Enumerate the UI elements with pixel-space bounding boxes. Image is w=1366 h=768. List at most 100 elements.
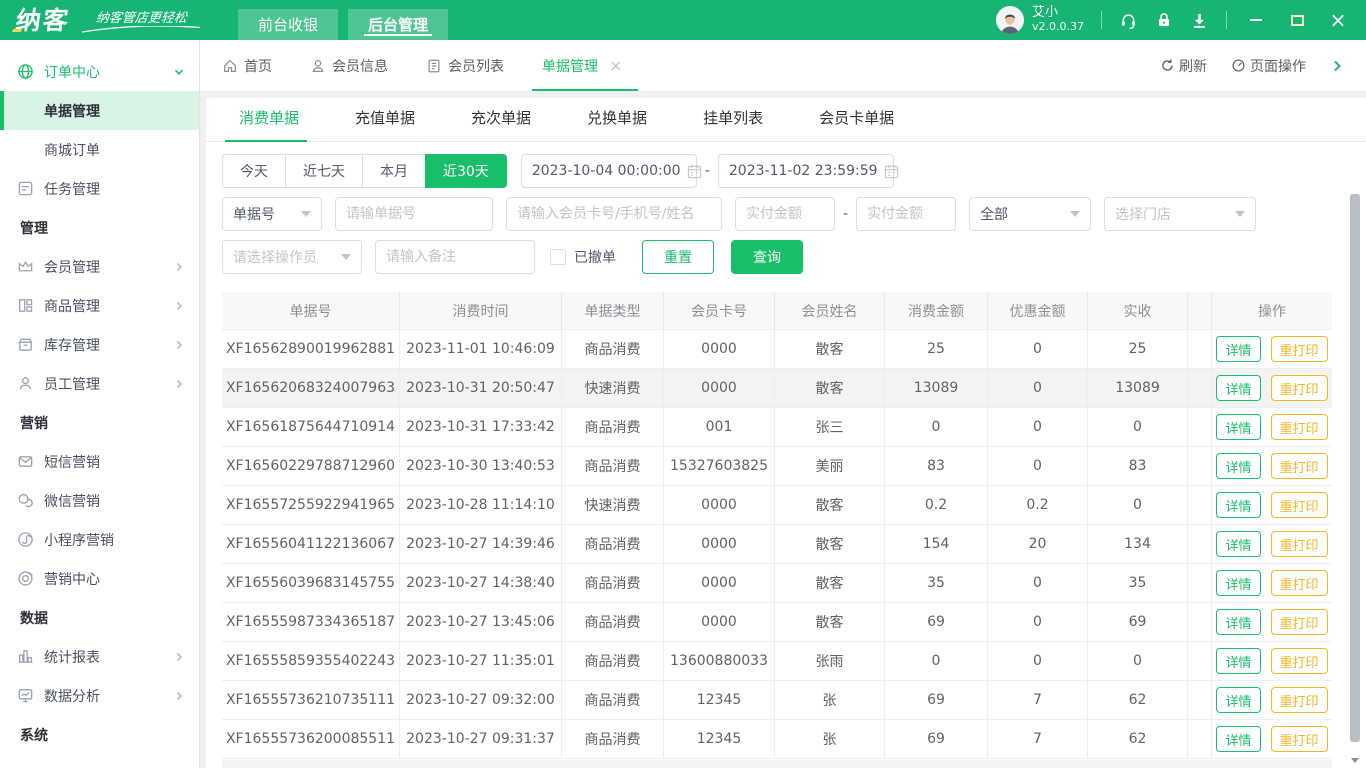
date-from-input[interactable]: 2023-10-04 00:00:00 xyxy=(521,154,697,188)
quick-range-this-month[interactable]: 本月 xyxy=(362,154,426,188)
quick-range-today[interactable]: 今天 xyxy=(222,154,286,188)
close-icon[interactable]: × xyxy=(609,56,622,75)
detail-button[interactable]: 详情 xyxy=(1216,375,1260,401)
tab-recharge-times-bills[interactable]: 充次单据 xyxy=(469,107,533,141)
cell-type: 商品消费 xyxy=(562,642,664,681)
detail-button[interactable]: 详情 xyxy=(1216,336,1260,362)
reprint-button[interactable]: 重打印 xyxy=(1271,687,1328,713)
bill-field-select[interactable]: 单据号 xyxy=(222,197,322,231)
cell-bill-no: XF16555736200085511 xyxy=(222,720,400,759)
reprint-button[interactable]: 重打印 xyxy=(1271,492,1328,518)
sidebar-item-miniprogram-marketing[interactable]: 小程序营销 xyxy=(0,520,199,559)
sidebar-item-inventory-management[interactable]: 库存管理 xyxy=(0,325,199,364)
customer-service-icon[interactable] xyxy=(1119,11,1138,30)
detail-button[interactable]: 详情 xyxy=(1216,726,1260,752)
amount-max-input[interactable] xyxy=(856,197,956,231)
sidebar-item-label: 数据 xyxy=(20,608,199,628)
cell-type: 商品消费 xyxy=(562,408,664,447)
close-button[interactable]: × xyxy=(1326,8,1350,32)
reprint-button[interactable]: 重打印 xyxy=(1271,336,1328,362)
refresh-button[interactable]: 刷新 xyxy=(1160,56,1207,76)
tab-member-card-bills[interactable]: 会员卡单据 xyxy=(817,107,896,141)
tab-home[interactable]: 首页 xyxy=(222,40,272,91)
tab-recharge-bills[interactable]: 充值单据 xyxy=(353,107,417,141)
detail-button[interactable]: 详情 xyxy=(1216,492,1260,518)
sidebar-item-statistics-report[interactable]: 统计报表 xyxy=(0,637,199,676)
table-row: XF165560411221360672023-10-27 14:39:46商品… xyxy=(222,525,1350,564)
sidebar-item-label: 统计报表 xyxy=(44,647,173,667)
sidebar-item-data-analysis[interactable]: 数据分析 xyxy=(0,676,199,715)
sidebar-item-sms-marketing[interactable]: 短信营销 xyxy=(0,442,199,481)
table-row: XF165618756447109142023-10-31 17:33:42商品… xyxy=(222,408,1350,447)
cell-gap xyxy=(1188,408,1212,447)
date-to-input[interactable]: 2023-11-02 23:59:59 xyxy=(718,154,894,188)
member-search-input[interactable] xyxy=(506,197,722,231)
detail-button[interactable]: 详情 xyxy=(1216,570,1260,596)
operator-select[interactable]: 请选择操作员 xyxy=(222,240,362,274)
detail-button[interactable]: 详情 xyxy=(1216,648,1260,674)
page-ops-expand-icon[interactable] xyxy=(1330,59,1344,73)
sidebar-item-bill-management[interactable]: 单据管理 xyxy=(0,91,199,130)
reprint-button[interactable]: 重打印 xyxy=(1271,570,1328,596)
detail-button[interactable]: 详情 xyxy=(1216,453,1260,479)
reprint-button[interactable]: 重打印 xyxy=(1271,609,1328,635)
detail-button[interactable]: 详情 xyxy=(1216,609,1260,635)
scrollbar-thumb[interactable] xyxy=(1350,194,1360,742)
tab-bill-management[interactable]: 单据管理× xyxy=(542,40,622,91)
reset-button[interactable]: 重置 xyxy=(642,240,714,274)
cell-time: 2023-11-01 10:46:09 xyxy=(400,330,562,369)
tab-member-list[interactable]: 会员列表 xyxy=(426,40,504,91)
revoked-checkbox[interactable] xyxy=(550,249,566,265)
tab-member-info[interactable]: 会员信息 xyxy=(310,40,388,91)
reprint-button[interactable]: 重打印 xyxy=(1271,414,1328,440)
minimize-button[interactable] xyxy=(1244,8,1268,32)
search-button[interactable]: 查询 xyxy=(731,240,803,274)
reprint-button[interactable]: 重打印 xyxy=(1271,531,1328,557)
sidebar-item-staff-management[interactable]: 员工管理 xyxy=(0,364,199,403)
lock-icon[interactable] xyxy=(1155,11,1173,29)
detail-button[interactable]: 详情 xyxy=(1216,687,1260,713)
store-select[interactable]: 选择门店 xyxy=(1104,197,1256,231)
cell-gap xyxy=(1188,603,1212,642)
tab-exchange-bills[interactable]: 兑换单据 xyxy=(585,107,649,141)
page-ops-button[interactable]: 页面操作 xyxy=(1231,56,1306,76)
sidebar-item-order-center[interactable]: 订单中心 xyxy=(0,52,199,91)
cell-time: 2023-10-27 14:38:40 xyxy=(400,564,562,603)
bill-no-input[interactable] xyxy=(335,197,493,231)
cell-amount: 83 xyxy=(885,447,988,486)
topnav-tab-admin[interactable]: 后台管理 xyxy=(348,9,448,40)
quick-range-last-30-days[interactable]: 近30天 xyxy=(425,154,507,188)
tab-pending-list[interactable]: 挂单列表 xyxy=(701,107,765,141)
sidebar-item-mall-orders[interactable]: 商城订单 xyxy=(0,130,199,169)
cell-actions: 详情重打印 xyxy=(1212,369,1332,408)
table-row: XF165572559229419652023-10-28 11:14:10快速… xyxy=(222,486,1350,525)
sidebar-item-marketing-center[interactable]: 营销中心 xyxy=(0,559,199,598)
user-info[interactable]: 艾小 v2.0.0.37 xyxy=(996,6,1084,34)
sidebar-item-product-management[interactable]: 商品管理 xyxy=(0,286,199,325)
quick-range-group: 今天近七天本月近30天 xyxy=(222,154,507,188)
reprint-button[interactable]: 重打印 xyxy=(1271,648,1328,674)
app-version: v2.0.0.37 xyxy=(1032,21,1084,34)
reprint-button[interactable]: 重打印 xyxy=(1271,375,1328,401)
reprint-button[interactable]: 重打印 xyxy=(1271,726,1328,752)
sidebar-item-wechat-marketing[interactable]: 微信营销 xyxy=(0,481,199,520)
cell-gap xyxy=(1188,486,1212,525)
topbar-right: 艾小 v2.0.0.37 × xyxy=(996,6,1366,34)
detail-button[interactable]: 详情 xyxy=(1216,414,1260,440)
remark-input[interactable] xyxy=(375,240,535,274)
quick-range-last-7-days[interactable]: 近七天 xyxy=(285,154,363,188)
topnav-tab-cashier[interactable]: 前台收银 xyxy=(238,9,338,40)
reprint-button[interactable]: 重打印 xyxy=(1271,453,1328,479)
detail-button[interactable]: 详情 xyxy=(1216,531,1260,557)
download-icon[interactable] xyxy=(1190,11,1209,30)
inventory-icon xyxy=(17,336,34,353)
scrollbar-down-arrow[interactable] xyxy=(1350,755,1360,765)
type-select[interactable]: 全部 xyxy=(969,197,1091,231)
tab-consume-bills[interactable]: 消费单据 xyxy=(237,107,301,141)
sidebar-item-task-management[interactable]: 任务管理 xyxy=(0,169,199,208)
cell-card-no: 0000 xyxy=(664,603,775,642)
sidebar-item-label: 管理 xyxy=(20,218,199,238)
maximize-button[interactable] xyxy=(1285,8,1309,32)
amount-min-input[interactable] xyxy=(735,197,835,231)
sidebar-item-member-management[interactable]: 会员管理 xyxy=(0,247,199,286)
